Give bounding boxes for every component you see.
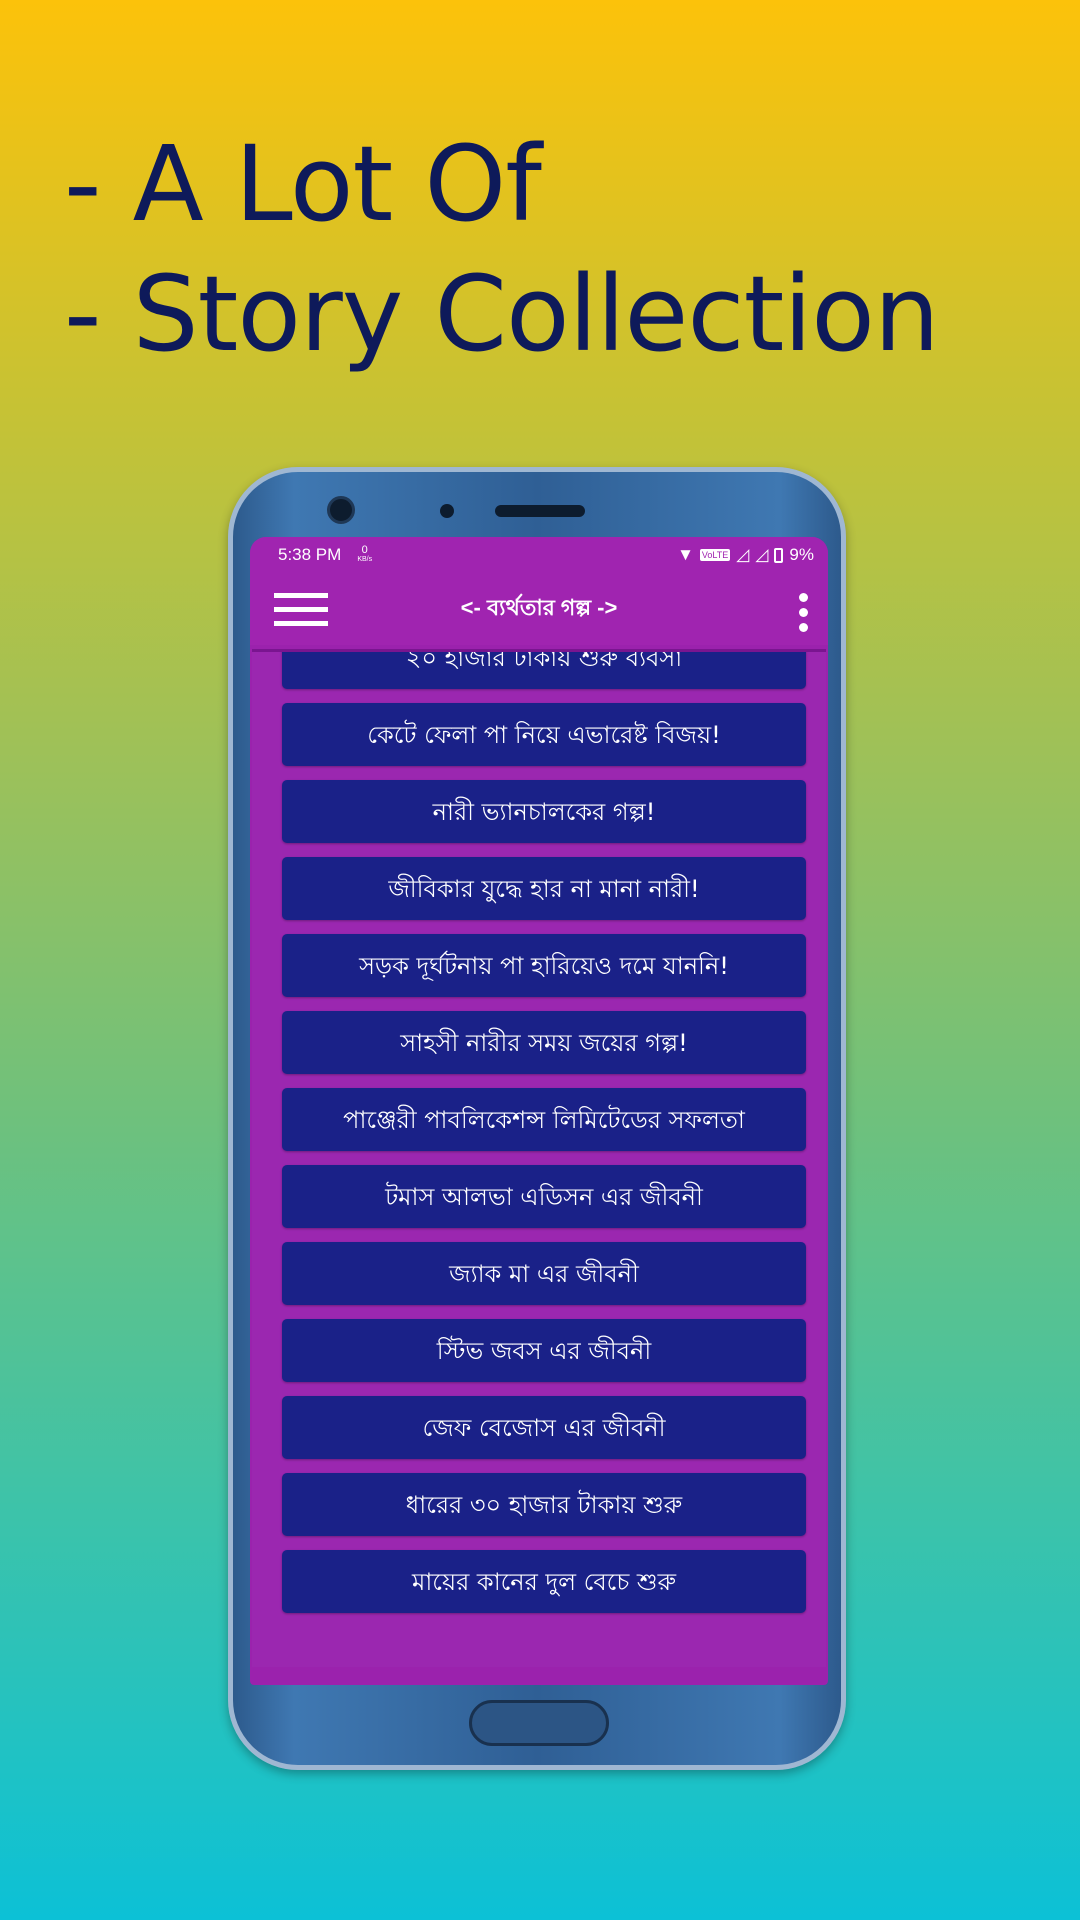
story-list-item[interactable]: ধারের ৩০ হাজার টাকায় শুরু <box>282 1473 806 1536</box>
story-list-item[interactable]: স্টিভ জবস এর জীবনী <box>282 1319 806 1382</box>
story-list-item[interactable]: সাহসী নারীর সময় জয়ের গল্প! <box>282 1011 806 1074</box>
signal-icon: ◿ <box>736 545 750 564</box>
sensor-icon <box>440 504 454 518</box>
story-list-item[interactable]: মায়ের কানের দুল বেচে শুরু <box>282 1550 806 1613</box>
status-time: 5:38 PM <box>278 545 342 564</box>
headline-line-1: - A Lot Of <box>64 123 542 245</box>
status-bar: 5:38 PM 0 KB/s ▼ VoLTE ◿ ◿ 9% <box>250 537 828 573</box>
wifi-icon: ▼ <box>677 545 694 564</box>
story-list-item[interactable]: টমাস আলভা এডিসন এর জীবনী <box>282 1165 806 1228</box>
hamburger-icon[interactable] <box>274 592 328 626</box>
story-list-item[interactable]: ২০ হাজার টাকায় শুরু ব্যবসা <box>282 652 806 689</box>
speaker-grille <box>495 505 585 517</box>
app-toolbar: <- ব্যর্থতার গল্প -> <box>250 573 828 645</box>
more-vert-icon[interactable] <box>799 593 808 632</box>
battery-level: 9% <box>789 545 814 564</box>
volte-icon: VoLTE <box>699 549 731 561</box>
page-title: <- ব্যর্থতার গল্প -> <box>460 594 618 620</box>
story-list-item[interactable]: সড়ক দূর্ঘটনায় পা হারিয়েও দমে যাননি! <box>282 934 806 997</box>
battery-icon <box>774 547 784 563</box>
net-speed: 0 KB/s <box>357 544 373 564</box>
story-list-item[interactable]: জ্যাক মা এর জীবনী <box>282 1242 806 1305</box>
home-button[interactable] <box>469 1700 609 1746</box>
front-camera-icon <box>327 496 355 524</box>
signal-icon-2: ◿ <box>755 545 769 564</box>
story-list[interactable]: ২০ হাজার টাকায় শুরু ব্যবসা কেটে ফেলা পা … <box>252 649 826 1667</box>
story-list-item[interactable]: নারী ভ্যানচালকের গল্প! <box>282 780 806 843</box>
story-list-item[interactable]: কেটে ফেলা পা নিয়ে এভারেষ্ট বিজয়! <box>282 703 806 766</box>
headline-line-2: - Story Collection <box>64 253 940 375</box>
app-screen: 5:38 PM 0 KB/s ▼ VoLTE ◿ ◿ 9% <- ব্যর্থত… <box>250 537 828 1685</box>
story-list-item[interactable]: জেফ বেজোস এর জীবনী <box>282 1396 806 1459</box>
story-list-item[interactable]: জীবিকার যুদ্ধে হার না মানা নারী! <box>282 857 806 920</box>
story-list-item[interactable]: পাঞ্জেরী পাবলিকেশন্স লিমিটেডের সফলতা <box>282 1088 806 1151</box>
